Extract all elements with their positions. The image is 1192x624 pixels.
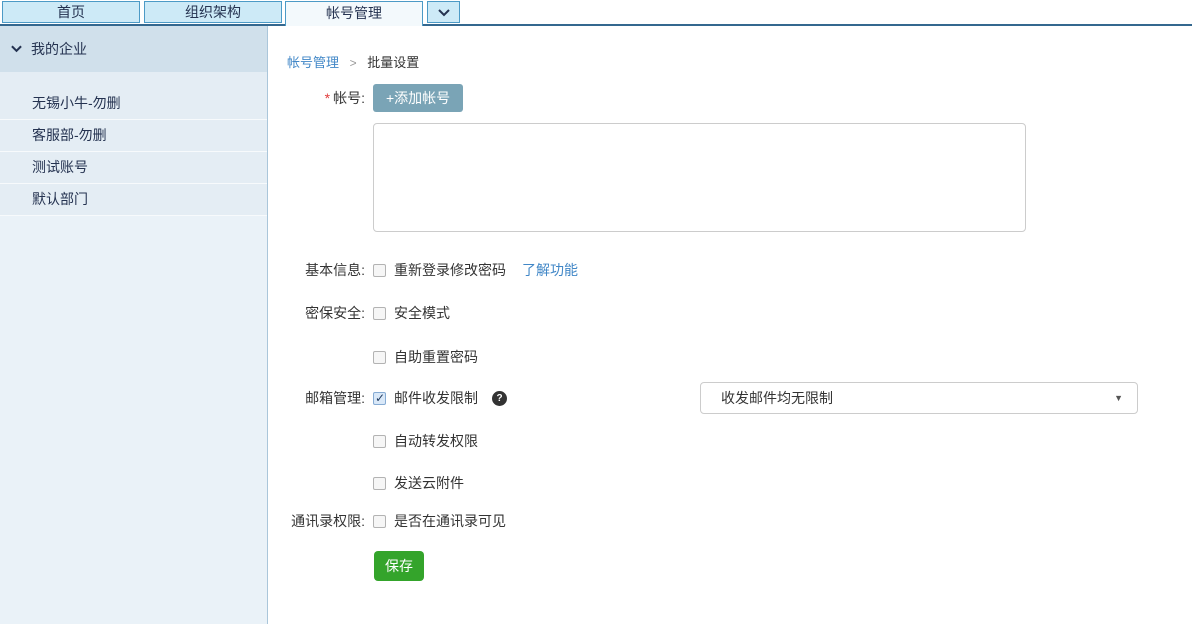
chevron-down-icon [11, 45, 22, 53]
cloud-attachment-row: 发送云附件 [287, 475, 464, 491]
sidebar-group-my-enterprise[interactable]: 我的企业 [0, 26, 267, 72]
checkbox-auto-forward-permission[interactable] [373, 435, 386, 448]
checkbox-security-mode[interactable] [373, 307, 386, 320]
chevron-down-icon [438, 2, 450, 22]
sidebar-item-customer-service[interactable]: 客服部-勿删 [0, 120, 267, 152]
chevron-down-icon: ▼ [1114, 393, 1123, 403]
breadcrumb: 帐号管理 > 批量设置 [287, 52, 419, 71]
breadcrumb-current: 批量设置 [367, 55, 419, 70]
select-value: 收发邮件均无限制 [721, 388, 833, 408]
checkbox-mail-send-receive-limit[interactable] [373, 392, 386, 405]
add-account-button[interactable]: +添加帐号 [373, 84, 463, 112]
mailbox-label: 邮箱管理: [287, 388, 365, 408]
sidebar-item-wuxi-xiaoniu[interactable]: 无锡小牛-勿删 [0, 88, 267, 120]
checkbox-label: 重新登录修改密码 [394, 260, 506, 280]
breadcrumb-separator: > [350, 56, 357, 70]
checkbox-label: 安全模式 [394, 303, 450, 323]
breadcrumb-link-account-management[interactable]: 帐号管理 [287, 55, 339, 70]
tabbar: 首页 组织架构 帐号管理 [0, 0, 1192, 26]
security-mode-row: 密保安全: 安全模式 [287, 305, 450, 321]
checkbox-self-reset-password[interactable] [373, 351, 386, 364]
account-row: *帐号: +添加帐号 [287, 84, 463, 112]
security-label: 密保安全: [287, 303, 365, 323]
checkbox-relogin-change-password[interactable] [373, 264, 386, 277]
tab-account-management[interactable]: 帐号管理 [285, 1, 423, 26]
department-sidebar: 我的企业 无锡小牛-勿删 客服部-勿删 测试账号 默认部门 [0, 26, 268, 624]
sidebar-group-label: 我的企业 [31, 39, 87, 59]
checkbox-label: 自助重置密码 [394, 347, 478, 367]
help-icon[interactable]: ? [492, 391, 507, 406]
tab-org-structure[interactable]: 组织架构 [144, 1, 282, 23]
tab-home[interactable]: 首页 [2, 1, 140, 23]
required-asterisk: * [325, 90, 330, 106]
sidebar-item-default-department[interactable]: 默认部门 [0, 184, 267, 216]
accounts-textarea[interactable] [373, 123, 1026, 232]
checkbox-label: 邮件收发限制 [394, 388, 478, 408]
learn-feature-link[interactable]: 了解功能 [522, 260, 578, 280]
account-label: *帐号: [287, 88, 365, 108]
auto-forward-row: 自动转发权限 [287, 433, 478, 449]
sidebar-item-test-account[interactable]: 测试账号 [0, 152, 267, 184]
checkbox-label: 是否在通讯录可见 [394, 511, 506, 531]
batch-settings-page: 首页 组织架构 帐号管理 我的企业 无锡小牛-勿删 客服部-勿删 测试账号 默认… [0, 0, 1192, 624]
basic-info-row: 基本信息: 重新登录修改密码 了解功能 [287, 262, 578, 278]
checkbox-cloud-attachment[interactable] [373, 477, 386, 490]
mail-limit-row: 邮箱管理: 邮件收发限制 ? [287, 390, 507, 406]
sidebar-item-list: 无锡小牛-勿删 客服部-勿删 测试账号 默认部门 [0, 72, 267, 216]
main-content: 帐号管理 > 批量设置 *帐号: +添加帐号 基本信息: 重新登录修改密码 了解… [268, 26, 1192, 624]
basic-info-label: 基本信息: [287, 260, 365, 280]
self-reset-password-row: 自助重置密码 [287, 349, 478, 365]
save-button[interactable]: 保存 [374, 551, 424, 581]
tab-more[interactable] [427, 1, 460, 23]
contacts-visibility-row: 通讯录权限: 是否在通讯录可见 [287, 513, 506, 529]
checkbox-label: 自动转发权限 [394, 431, 478, 451]
contacts-label: 通讯录权限: [287, 511, 365, 531]
checkbox-visible-in-contacts[interactable] [373, 515, 386, 528]
mail-limit-select[interactable]: 收发邮件均无限制 ▼ [700, 382, 1138, 414]
checkbox-label: 发送云附件 [394, 473, 464, 493]
